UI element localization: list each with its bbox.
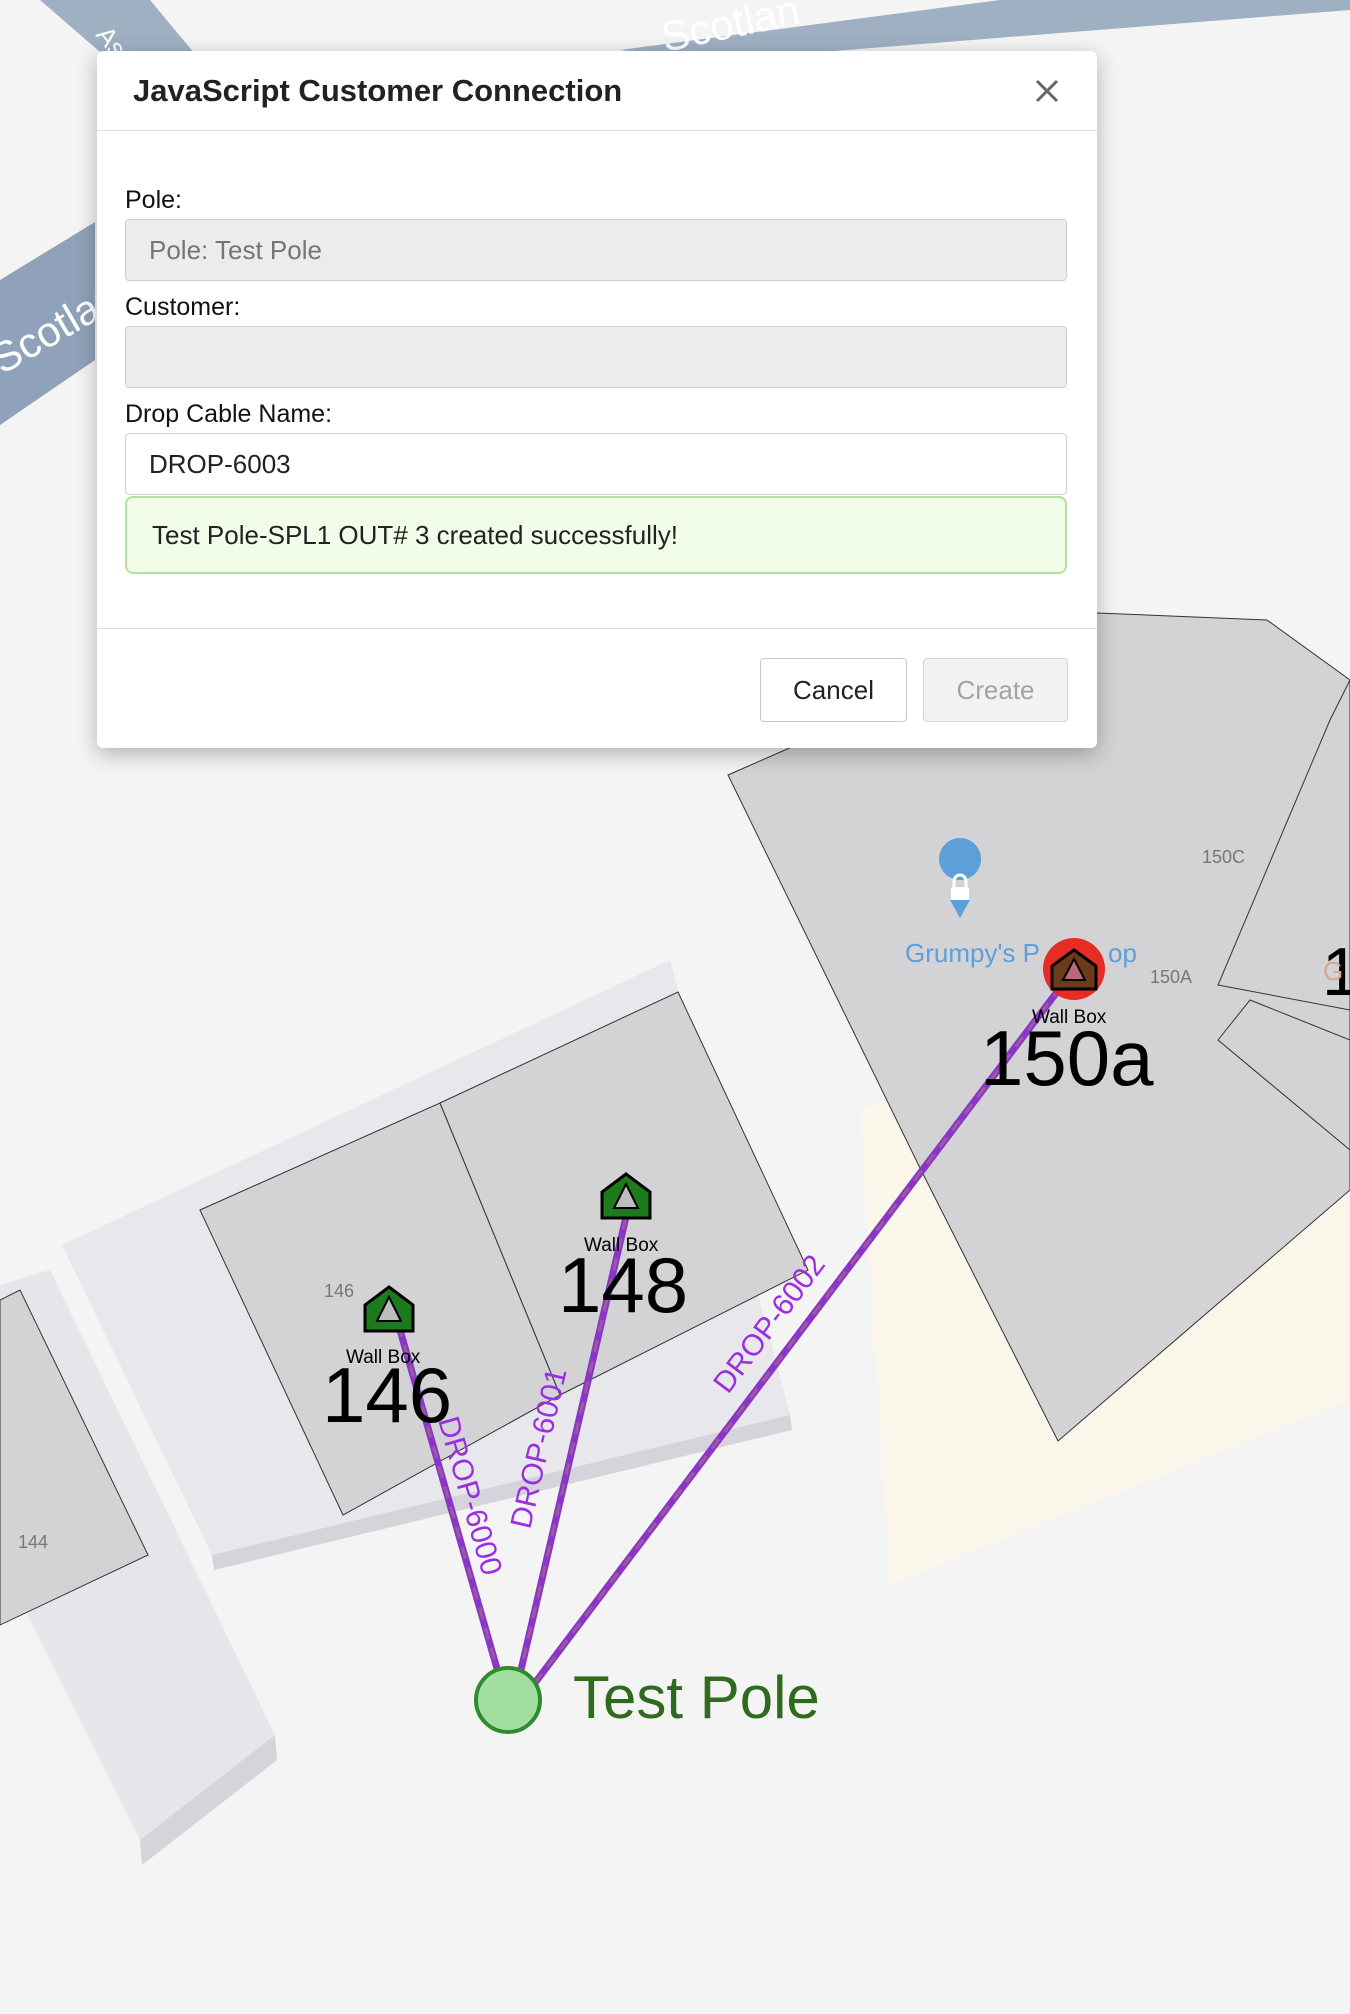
poi-name[interactable]: Grumpy's P [905,938,1040,968]
address-146: 146 [322,1351,452,1439]
create-button[interactable]: Create [923,658,1068,722]
customer-connection-dialog: JavaScript Customer Connection Pole: Cus… [97,51,1097,748]
customer-input[interactable] [125,326,1067,388]
test-pole-label: Test Pole [573,1664,820,1731]
poi-name-tail[interactable]: op [1108,938,1137,968]
dialog-footer: Cancel Create [97,628,1097,749]
close-button[interactable] [1027,71,1067,111]
dialog-header: JavaScript Customer Connection [97,51,1097,131]
address-150a: 150a [980,1014,1154,1102]
lot-number-right-tail: G [1323,956,1343,986]
test-pole-marker[interactable] [474,1666,542,1734]
lot-number-150a: 150A [1150,967,1192,987]
address-148: 148 [558,1241,688,1329]
pole-label: Pole: [125,186,182,214]
cancel-button[interactable]: Cancel [760,658,907,722]
pole-input[interactable] [125,219,1067,281]
success-alert: Test Pole-SPL1 OUT# 3 created successful… [125,496,1067,574]
lot-number-146: 146 [324,1281,354,1301]
drop-cable-name-input[interactable] [125,433,1067,495]
dialog-title: JavaScript Customer Connection [133,73,623,108]
close-icon [1035,79,1059,103]
lot-number-144: 144 [18,1532,48,1552]
wall-box-icon-150a-selected[interactable] [1043,938,1105,1000]
customer-label: Customer: [125,293,241,321]
drop-cable-name-label: Drop Cable Name: [125,400,333,428]
lot-number-150c: 150C [1202,847,1245,867]
